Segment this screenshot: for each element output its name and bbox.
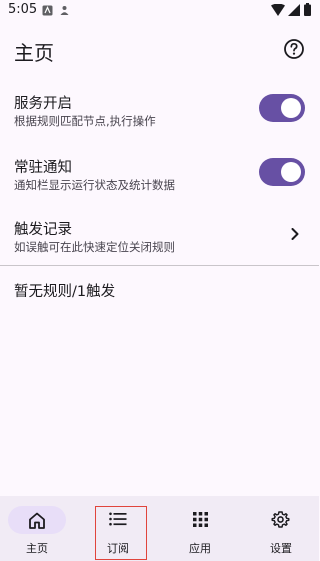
trigger-log-title: 触发记录 <box>14 222 72 238</box>
status-time: 5:05 <box>8 2 38 17</box>
battery-icon <box>304 3 311 16</box>
nav-label-home: 主页 <box>26 542 48 555</box>
wifi-icon <box>271 4 285 16</box>
switch-knob <box>281 98 301 118</box>
service-enable-title: 服务开启 <box>14 96 72 112</box>
nav-item-home[interactable]: 主页 <box>0 496 80 561</box>
gear-icon <box>271 511 290 528</box>
nav-item-settings[interactable]: 设置 <box>239 496 319 561</box>
trigger-log-subtitle: 如误触可在此快速定位关闭规则 <box>14 240 175 254</box>
persistent-notification-subtitle: 通知栏显示运行状态及统计数据 <box>14 178 175 192</box>
notification-person-icon <box>60 6 69 15</box>
signal-icon <box>288 4 300 16</box>
switch-knob <box>281 162 301 182</box>
page-title: 主页 <box>14 41 54 65</box>
status-bar: 5:05 <box>0 0 319 24</box>
help-button[interactable] <box>281 36 307 62</box>
subscriptions-highlight-box <box>95 506 147 560</box>
divider <box>0 265 319 266</box>
persistent-notification-switch[interactable] <box>259 158 305 186</box>
home-icon <box>29 512 45 529</box>
chevron-right-icon <box>291 228 299 240</box>
top-app-bar: 主页 <box>0 30 319 70</box>
apps-grid-icon <box>193 512 208 527</box>
trigger-log-row[interactable]: 触发记录 如误触可在此快速定位关闭规则 <box>0 211 319 261</box>
service-enable-row[interactable]: 服务开启 根据规则匹配节点,执行操作 <box>0 84 319 134</box>
persistent-notification-title: 常驻通知 <box>14 160 72 176</box>
nav-item-apps[interactable]: 应用 <box>160 496 240 561</box>
persistent-notification-row[interactable]: 常驻通知 通知栏显示运行状态及统计数据 <box>0 148 319 198</box>
service-enable-switch[interactable] <box>259 94 305 122</box>
nav-label-apps: 应用 <box>189 542 211 555</box>
bottom-navigation: 主页 订阅 应用 设置 <box>0 496 319 561</box>
nav-label-settings: 设置 <box>270 542 292 555</box>
rules-summary: 暂无规则/1触发 <box>14 284 116 300</box>
service-enable-subtitle: 根据规则匹配节点,执行操作 <box>14 114 156 128</box>
help-icon <box>284 39 304 59</box>
notification-app-icon <box>42 5 53 16</box>
